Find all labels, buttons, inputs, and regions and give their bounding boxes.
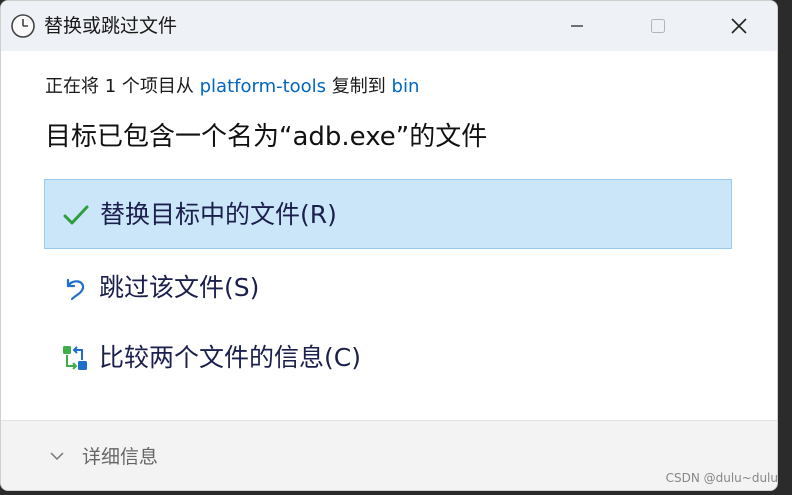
maximize-icon — [651, 19, 665, 33]
title-bar[interactable]: 替换或跳过文件 — [1, 1, 777, 51]
maximize-button[interactable] — [635, 1, 681, 51]
more-details-toggle[interactable]: 详细信息 — [82, 444, 158, 470]
replace-skip-dialog: 替换或跳过文件 正在将 1 个项目从 platform-tools 复制到 bi… — [0, 0, 778, 491]
clock-icon — [11, 14, 35, 38]
subtitle-middle: 复制到 — [326, 76, 392, 97]
compare-files-option[interactable]: 比较两个文件的信息(C) — [44, 323, 732, 393]
compare-files-label: 比较两个文件的信息(C) — [99, 343, 361, 372]
conflict-heading: 目标已包含一个名为“adb.exe”的文件 — [45, 122, 488, 152]
skip-file-label: 跳过该文件(S) — [99, 273, 260, 302]
copy-progress-text: 正在将 1 个项目从 platform-tools 复制到 bin — [45, 74, 419, 100]
dest-folder-link[interactable]: bin — [392, 76, 420, 97]
window-title: 替换或跳过文件 — [44, 15, 178, 37]
replace-file-option[interactable]: 替换目标中的文件(R) — [44, 179, 732, 249]
checkmark-icon — [63, 205, 89, 225]
subtitle-prefix: 正在将 1 个项目从 — [45, 76, 200, 97]
source-folder-link[interactable]: platform-tools — [200, 76, 326, 97]
skip-arrow-icon — [66, 278, 85, 301]
minimize-button[interactable] — [554, 1, 600, 51]
chevron-down-icon[interactable] — [49, 448, 65, 464]
compare-icon — [63, 346, 87, 370]
replace-file-label: 替换目标中的文件(R) — [100, 200, 337, 229]
skip-file-option[interactable]: 跳过该文件(S) — [44, 253, 732, 323]
watermark: CSDN @dulu~dulu — [665, 471, 778, 485]
close-button[interactable] — [716, 1, 762, 51]
minimize-icon — [571, 25, 583, 27]
close-icon — [731, 18, 747, 34]
